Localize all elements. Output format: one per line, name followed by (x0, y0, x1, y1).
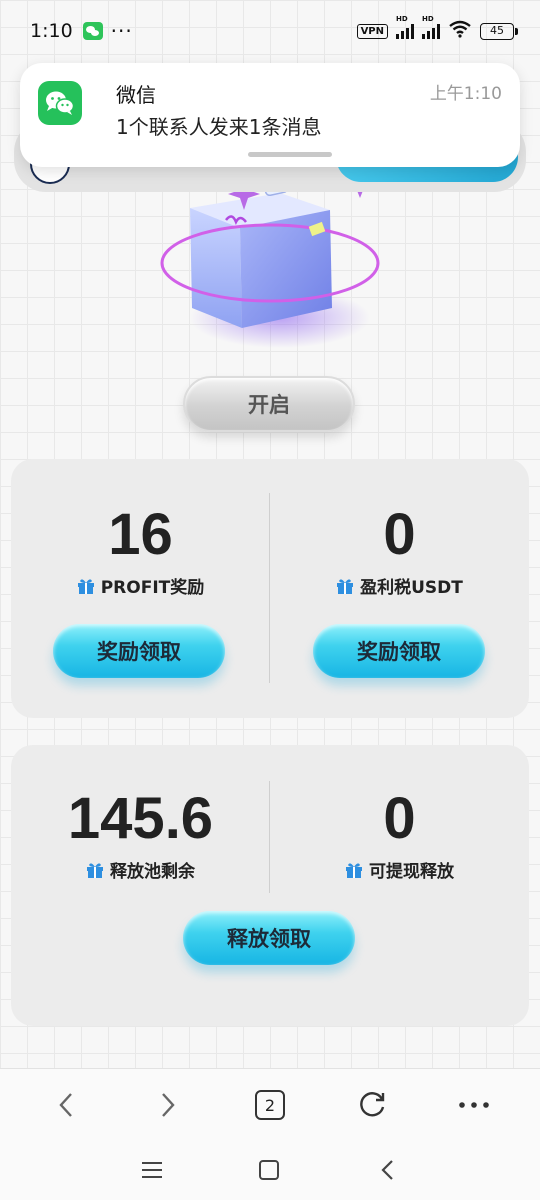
tab-count: 2 (255, 1090, 285, 1120)
more-notifications-icon: ··· (110, 19, 133, 43)
home-icon[interactable] (253, 1154, 285, 1186)
status-time: 1:10 (30, 20, 73, 42)
notification-drag-handle[interactable] (248, 152, 332, 157)
release-pool-remaining-stat: 145.6 释放池剩余 (11, 786, 270, 883)
tabs-button[interactable]: 2 (252, 1087, 288, 1123)
profit-tax-stat: 0 盈利税USDT (270, 505, 529, 598)
wechat-icon (38, 81, 82, 125)
rewards-card: 16 PROFIT奖励 0 盈利税USDT 奖励领取 奖励领取 (11, 459, 529, 718)
forward-icon[interactable] (150, 1087, 186, 1123)
refresh-icon[interactable] (354, 1087, 390, 1123)
menu-icon[interactable] (136, 1154, 168, 1186)
system-back-icon[interactable] (371, 1154, 403, 1186)
release-pool-remaining-label: 释放池剩余 (110, 862, 195, 882)
browser-toolbar: 2 (0, 1068, 540, 1138)
wechat-status-icon (82, 22, 103, 40)
wifi-icon (448, 20, 472, 43)
hd-label: HD (422, 15, 434, 23)
back-icon[interactable] (48, 1087, 84, 1123)
profit-reward-stat: 16 PROFIT奖励 (11, 505, 270, 598)
hd-label: HD (396, 15, 408, 23)
claim-profit-tax-button[interactable]: 奖励领取 (313, 624, 485, 678)
notification-time: 上午1:10 (429, 84, 502, 104)
status-bar: 1:10 ··· VPN HD HD 45 (0, 0, 540, 62)
withdrawable-release-label: 可提现释放 (369, 862, 454, 882)
profit-reward-label-row: PROFIT奖励 (11, 573, 270, 598)
open-box-button[interactable]: 开启 (183, 376, 355, 432)
gift-icon (336, 577, 354, 595)
mystery-box-image (160, 168, 380, 358)
system-navigation-bar (0, 1138, 540, 1200)
withdrawable-release-stat: 0 可提现释放 (270, 789, 529, 882)
profit-tax-value: 0 (383, 502, 416, 567)
release-pool-card: 145.6 释放池剩余 0 可提现释放 释放领取 (11, 745, 529, 1026)
withdrawable-release-label-row: 可提现释放 (270, 857, 529, 882)
claim-profit-reward-button[interactable]: 奖励领取 (53, 624, 225, 678)
profit-reward-label: PROFIT奖励 (100, 578, 205, 598)
gift-icon (77, 577, 95, 595)
more-icon[interactable] (456, 1087, 492, 1123)
signal-icon-1: HD (396, 15, 414, 39)
withdrawable-release-value: 0 (383, 786, 416, 851)
gift-icon (345, 861, 363, 879)
profit-reward-value: 16 (108, 502, 173, 567)
notification-app-name: 微信 (116, 83, 156, 107)
wechat-notification[interactable]: 微信 1个联系人发来1条消息 上午1:10 (20, 63, 520, 167)
claim-release-button[interactable]: 释放领取 (183, 911, 355, 965)
signal-icon-2: HD (422, 15, 440, 39)
battery-icon: 45 (480, 22, 518, 40)
gift-icon (86, 861, 104, 879)
profit-tax-label-row: 盈利税USDT (270, 573, 529, 598)
profit-tax-label: 盈利税USDT (360, 578, 463, 598)
release-pool-remaining-label-row: 释放池剩余 (11, 857, 270, 882)
vpn-icon: VPN (356, 23, 388, 39)
notification-message: 1个联系人发来1条消息 (116, 115, 322, 139)
status-icons: VPN HD HD 45 (356, 15, 518, 43)
release-pool-remaining-value: 145.6 (67, 786, 214, 851)
